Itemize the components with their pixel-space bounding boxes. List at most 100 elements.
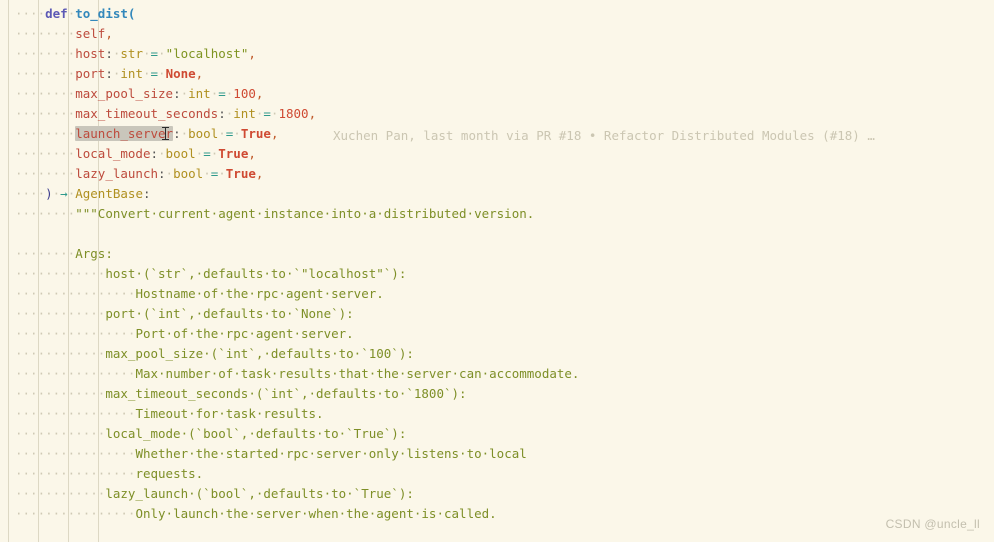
code-token: host (75, 46, 106, 61)
code-token: ···· (45, 426, 76, 441)
code-token: ···· (15, 246, 46, 261)
code-token: ···· (45, 306, 76, 321)
code-line[interactable]: ············max_pool_size·(`int`,·defaul… (0, 344, 994, 364)
code-text-area[interactable]: ····def·to_dist(········self, ········hos… (0, 0, 994, 542)
code-token: ···· (75, 386, 106, 401)
code-token: ···· (45, 366, 76, 381)
code-token: ···· (45, 386, 76, 401)
code-line[interactable]: ············lazy_launch·(`bool`,·default… (0, 484, 994, 504)
code-line[interactable]: ········self, (0, 24, 994, 44)
code-token: ···· (75, 486, 106, 501)
code-token: ···· (105, 286, 136, 301)
code-token: ( (127, 6, 136, 21)
code-token: ···· (45, 346, 76, 361)
code-line[interactable]: ········lazy_launch:·bool·=·True, (0, 164, 994, 184)
code-line[interactable]: ················Only·launch·the·server·w… (0, 504, 994, 524)
code-line[interactable]: ············local_mode·(`bool`,·defaults… (0, 424, 994, 444)
code-token: · (233, 126, 241, 141)
code-line[interactable]: ············max_timeout_seconds·(`int`,·… (0, 384, 994, 404)
code-line[interactable]: ····def·to_dist( (0, 4, 994, 24)
code-token: ···· (45, 26, 76, 41)
code-token: ···· (15, 126, 46, 141)
code-line[interactable]: ········Args: (0, 244, 994, 264)
code-line[interactable]: ········host:·str·=·"localhost", (0, 44, 994, 64)
code-token: local_mode·(`bool`,·defaults·to·`True`): (105, 426, 407, 441)
code-line[interactable]: ················Port·of·the·rpc·agent·se… (0, 324, 994, 344)
code-token: ···· (75, 426, 106, 441)
code-token: def (45, 6, 68, 21)
code-token: ···· (105, 366, 136, 381)
code-token: max_timeout_seconds (75, 106, 219, 121)
code-line[interactable]: ········max_timeout_seconds:·int·=·1800, (0, 104, 994, 124)
code-token: ···· (15, 286, 46, 301)
code-token: · (158, 146, 166, 161)
code-token: ···· (15, 486, 46, 501)
code-token: ···· (15, 46, 46, 61)
code-token: = (203, 146, 211, 161)
code-token: port (75, 66, 106, 81)
code-token: ···· (15, 386, 46, 401)
code-line[interactable]: ········port:·int·=·None, (0, 64, 994, 84)
code-line[interactable]: ················requests. (0, 464, 994, 484)
code-token: ···· (75, 366, 106, 381)
code-token: "localhost" (165, 46, 249, 61)
code-line[interactable]: ············host·(`str`,·defaults·to·`"l… (0, 264, 994, 284)
code-token: port·(`int`,·defaults·to·`None`): (105, 306, 354, 321)
code-token: ···· (45, 326, 76, 341)
code-token: ···· (75, 406, 106, 421)
code-token: , (255, 166, 264, 181)
code-token: int (233, 106, 256, 121)
code-token: ···· (75, 466, 106, 481)
code-token: : (173, 86, 181, 101)
code-token: ···· (45, 166, 76, 181)
code-token: ···· (45, 66, 76, 81)
code-line[interactable]: ················Timeout·for·task·results… (0, 404, 994, 424)
code-line[interactable]: ····)·→·AgentBase: (0, 184, 994, 204)
code-token: · (180, 86, 189, 101)
code-token: ···· (15, 466, 46, 481)
code-token: Port·of·the·rpc·agent·server. (135, 326, 354, 341)
code-token: local_mode (75, 146, 151, 161)
code-token: ···· (45, 106, 76, 121)
code-token: ···· (45, 206, 76, 221)
code-line[interactable]: ········max_pool_size:·int·=·100, (0, 84, 994, 104)
code-line[interactable]: ················Max·number·of·task·resul… (0, 364, 994, 384)
code-line[interactable]: ········local_mode:·bool·=·True, (0, 144, 994, 164)
code-line[interactable] (0, 224, 994, 244)
code-token: 100 (233, 86, 256, 101)
code-token: ···· (15, 346, 46, 361)
code-token: ···· (105, 326, 136, 341)
code-line[interactable]: ················Whether·the·started·rpc·… (0, 444, 994, 464)
code-token: lazy_launch (75, 166, 159, 181)
code-token: True (218, 146, 249, 161)
code-token: """Convert·current·agent·instance·into·a… (75, 206, 535, 221)
code-line[interactable]: ········"""Convert·current·agent·instanc… (0, 204, 994, 224)
code-token: ···· (15, 186, 46, 201)
code-token: = (150, 46, 159, 61)
code-token: Max·number·of·task·results·that·the·serv… (135, 366, 580, 381)
code-token: ···· (45, 466, 76, 481)
code-token: max_pool_size (75, 86, 174, 101)
code-editor-pane[interactable]: ····def·to_dist(········self, ········hos… (0, 0, 994, 542)
code-token: · (158, 46, 166, 61)
code-token: True (225, 166, 256, 181)
code-token: int (188, 86, 211, 101)
code-token: ···· (45, 146, 76, 161)
code-token: · (165, 166, 174, 181)
code-token: = (150, 66, 159, 81)
code-token: Whether·the·started·rpc·server·only·list… (135, 446, 527, 461)
code-token: · (218, 126, 226, 141)
code-token: Only·launch·the·server·when·the·agent·is… (135, 506, 497, 521)
code-token: ···· (105, 506, 136, 521)
git-blame-annotation[interactable]: Xuchen Pan, last month via PR #18 • Refa… (333, 126, 875, 146)
code-token: · (158, 66, 166, 81)
code-token: ···· (45, 246, 76, 261)
code-token: ···· (15, 446, 46, 461)
code-line[interactable]: ················Hostname·of·the·rpc·agen… (0, 284, 994, 304)
code-token: : (142, 186, 151, 201)
code-line[interactable]: ············port·(`int`,·defaults·to·`No… (0, 304, 994, 324)
code-token: ···· (15, 426, 46, 441)
code-token: AgentBase (75, 186, 143, 201)
code-token: , (270, 126, 279, 141)
code-token: ···· (45, 46, 76, 61)
